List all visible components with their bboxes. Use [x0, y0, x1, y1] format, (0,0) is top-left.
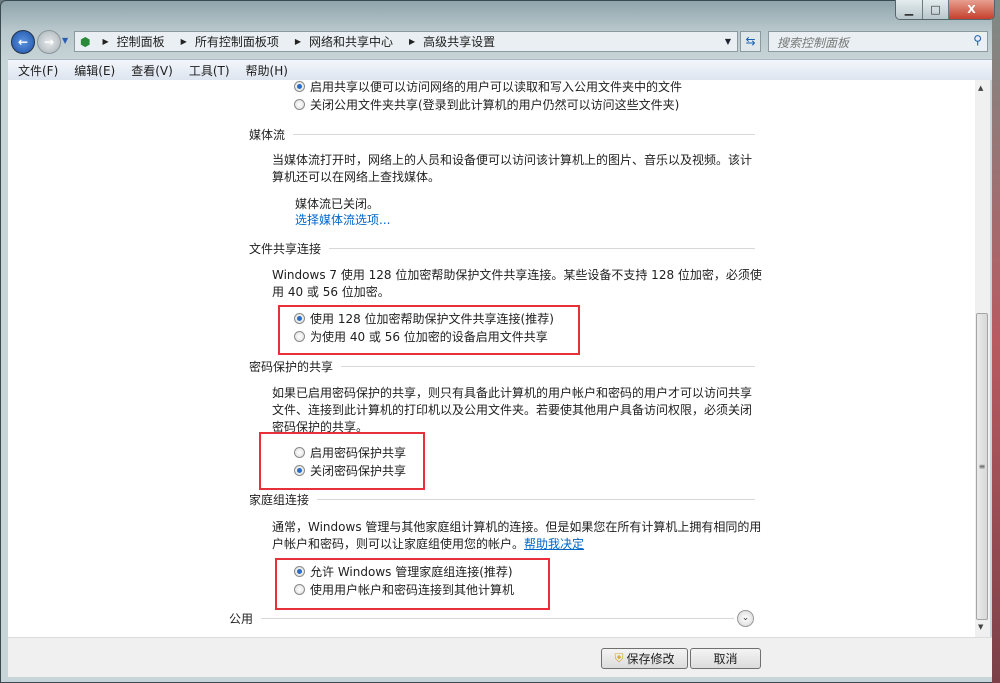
chevron-right-icon: ▶ [102, 37, 109, 46]
breadcrumb-item[interactable]: 网络和共享中心 [309, 33, 393, 50]
highlight-box [259, 432, 425, 490]
window-controls: ▁ □ X [895, 0, 995, 20]
refresh-button[interactable]: ⇆ [740, 31, 761, 52]
menu-edit[interactable]: 编辑(E) [74, 62, 115, 79]
radio-icon [294, 584, 305, 595]
close-button[interactable]: X [949, 0, 994, 19]
radio-icon [294, 331, 305, 342]
radio-password-on[interactable]: 启用密码保护共享 [294, 444, 406, 461]
radio-password-off[interactable]: 关闭密码保护共享 [294, 462, 406, 479]
expand-chevron-icon[interactable]: ⌄ [737, 610, 754, 627]
forward-button[interactable]: → [37, 30, 61, 54]
minimize-button[interactable]: ▁ [896, 0, 923, 19]
radio-icon [294, 566, 305, 577]
section-public[interactable]: 公用 [229, 610, 734, 627]
menu-help[interactable]: 帮助(H) [246, 62, 288, 79]
menu-view[interactable]: 查看(V) [131, 62, 173, 79]
media-status: 媒体流已关闭。 [295, 197, 380, 211]
menu-bar: 文件(F) 编辑(E) 查看(V) 工具(T) 帮助(H) [8, 59, 992, 80]
chevron-right-icon: ▶ [180, 37, 187, 46]
radio-label: 关闭密码保护共享 [310, 464, 407, 478]
radio-public-folder-on[interactable]: 启用共享以便可以访问网络的用户可以读取和写入公用文件夹中的文件 [294, 78, 682, 95]
radio-icon [294, 447, 305, 458]
scroll-up-icon[interactable]: ▲ [978, 84, 983, 92]
radio-label: 启用密码保护共享 [310, 446, 407, 460]
section-title: 家庭组连接 [249, 493, 310, 507]
radio-128bit[interactable]: 使用 128 位加密帮助保护文件共享连接(推荐) [294, 310, 554, 327]
media-description: 当媒体流打开时，网络上的人员和设备便可以访问该计算机上的图片、音乐以及视频。该计… [272, 153, 753, 184]
file-sharing-description: Windows 7 使用 128 位加密帮助保护文件共享连接。某些设备不支持 1… [272, 268, 762, 299]
save-label: 保存修改 [626, 652, 675, 666]
section-title: 文件共享连接 [249, 242, 322, 256]
radio-icon [294, 81, 305, 92]
radio-label: 使用用户帐户和密码连接到其他计算机 [310, 583, 515, 597]
back-button[interactable]: ← [11, 30, 35, 54]
save-button[interactable]: ⛨ 保存修改 [601, 648, 688, 669]
section-file-sharing: 文件共享连接 [249, 240, 755, 257]
address-dropdown-icon[interactable]: ▼ [725, 37, 731, 46]
section-password: 密码保护的共享 [249, 358, 755, 375]
breadcrumb-item[interactable]: 控制面板 [117, 33, 165, 50]
radio-label: 启用共享以便可以访问网络的用户可以读取和写入公用文件夹中的文件 [310, 80, 683, 94]
button-bar [8, 637, 992, 677]
section-title: 密码保护的共享 [249, 360, 334, 374]
radio-label: 允许 Windows 管理家庭组连接(推荐) [310, 565, 513, 579]
recent-pages-dropdown[interactable]: ▼ [62, 36, 68, 45]
breadcrumb-item[interactable]: 高级共享设置 [423, 33, 495, 50]
section-homegroup: 家庭组连接 [249, 491, 755, 508]
radio-40-56bit[interactable]: 为使用 40 或 56 位加密的设备启用文件共享 [294, 328, 548, 345]
homegroup-text: 通常，Windows 管理与其他家庭组计算机的连接。但是如果您在所有计算机上拥有… [272, 520, 762, 551]
section-media: 媒体流 [249, 126, 755, 143]
search-placeholder: 搜索控制面板 [777, 36, 850, 50]
search-icon[interactable]: ⚲ [973, 33, 982, 47]
radio-homegroup-windows[interactable]: 允许 Windows 管理家庭组连接(推荐) [294, 563, 513, 580]
radio-icon [294, 313, 305, 324]
network-icon: ⬢ [80, 34, 91, 49]
section-title: 公用 [229, 612, 254, 626]
radio-icon [294, 465, 305, 476]
radio-public-folder-off[interactable]: 关闭公用文件夹共享(登录到此计算机的用户仍然可以访问这些文件夹) [294, 96, 679, 113]
help-me-decide-link[interactable]: 帮助我决定 [524, 537, 584, 551]
scrollbar-thumb[interactable]: ≡ [976, 313, 988, 620]
chevron-right-icon: ▶ [409, 37, 416, 46]
menu-file[interactable]: 文件(F) [18, 62, 58, 79]
section-title: 媒体流 [249, 128, 286, 142]
menu-tools[interactable]: 工具(T) [189, 62, 230, 79]
scroll-down-icon[interactable]: ▼ [978, 623, 983, 631]
password-description: 如果已启用密码保护的共享，则只有具备此计算机的用户帐户和密码的用户才可以访问共享… [272, 386, 753, 434]
media-options-link[interactable]: 选择媒体流选项... [295, 211, 390, 228]
radio-label: 为使用 40 或 56 位加密的设备启用文件共享 [310, 330, 548, 344]
radio-label: 使用 128 位加密帮助保护文件共享连接(推荐) [310, 312, 554, 326]
search-input[interactable]: 搜索控制面板 ⚲ [768, 31, 988, 52]
address-bar[interactable]: ⬢ ▶ 控制面板 ▶ 所有控制面板项 ▶ 网络和共享中心 ▶ 高级共享设置 ▼ [74, 31, 738, 52]
shield-icon: ⛨ [614, 651, 624, 665]
breadcrumb-item[interactable]: 所有控制面板项 [195, 33, 279, 50]
radio-icon [294, 99, 305, 110]
radio-label: 关闭公用文件夹共享(登录到此计算机的用户仍然可以访问这些文件夹) [310, 98, 680, 112]
homegroup-description: 通常，Windows 管理与其他家庭组计算机的连接。但是如果您在所有计算机上拥有… [272, 519, 762, 553]
cancel-button[interactable]: 取消 [690, 648, 761, 669]
radio-homegroup-account[interactable]: 使用用户帐户和密码连接到其他计算机 [294, 581, 514, 598]
desktop-background [992, 0, 1000, 683]
maximize-button[interactable]: □ [923, 0, 949, 19]
chevron-right-icon: ▶ [294, 37, 301, 46]
